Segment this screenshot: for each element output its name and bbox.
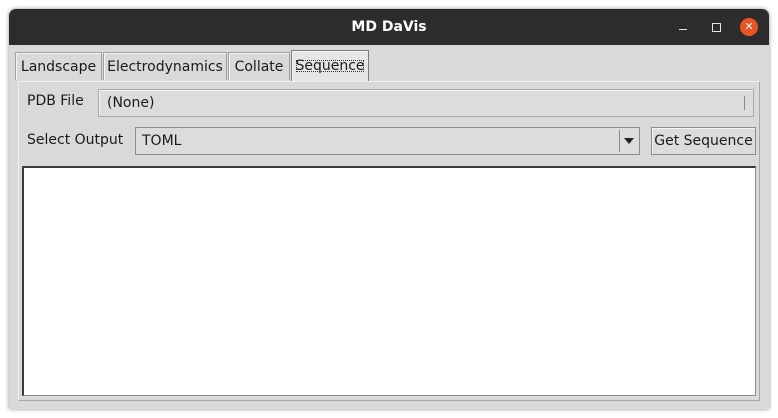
get-sequence-button[interactable]: Get Sequence xyxy=(651,127,756,155)
title-bar[interactable]: MD DaVis ✕ xyxy=(9,9,769,45)
close-icon: ✕ xyxy=(744,20,754,33)
maximize-button[interactable] xyxy=(707,18,725,36)
tab-label: Collate xyxy=(234,59,284,75)
app-window: MD DaVis ✕ Landscape Electrodynamics Col… xyxy=(9,9,769,409)
output-format-value: TOML xyxy=(142,133,182,149)
output-format-select[interactable]: TOML xyxy=(135,127,640,155)
tab-collate[interactable]: Collate xyxy=(228,52,290,80)
tab-electrodynamics[interactable]: Electrodynamics xyxy=(103,52,227,80)
tab-landscape[interactable]: Landscape xyxy=(15,52,102,80)
close-button[interactable]: ✕ xyxy=(740,18,758,36)
minimize-button[interactable] xyxy=(674,18,692,36)
tab-sequence[interactable]: Sequence xyxy=(291,50,369,81)
chevron-down-icon[interactable] xyxy=(619,130,637,152)
pdb-file-value: (None) xyxy=(107,95,155,111)
select-output-label: Select Output xyxy=(27,132,124,148)
field-end-marker xyxy=(744,96,745,110)
tab-label: Electrodynamics xyxy=(107,59,223,75)
sequence-output-textarea[interactable] xyxy=(22,166,756,396)
tab-label: Landscape xyxy=(20,59,97,75)
tab-label: Sequence xyxy=(295,58,365,74)
pdb-file-label: PDB File xyxy=(27,93,84,109)
pdb-file-field[interactable]: (None) xyxy=(98,89,754,117)
window-title: MD DaVis xyxy=(351,19,427,35)
